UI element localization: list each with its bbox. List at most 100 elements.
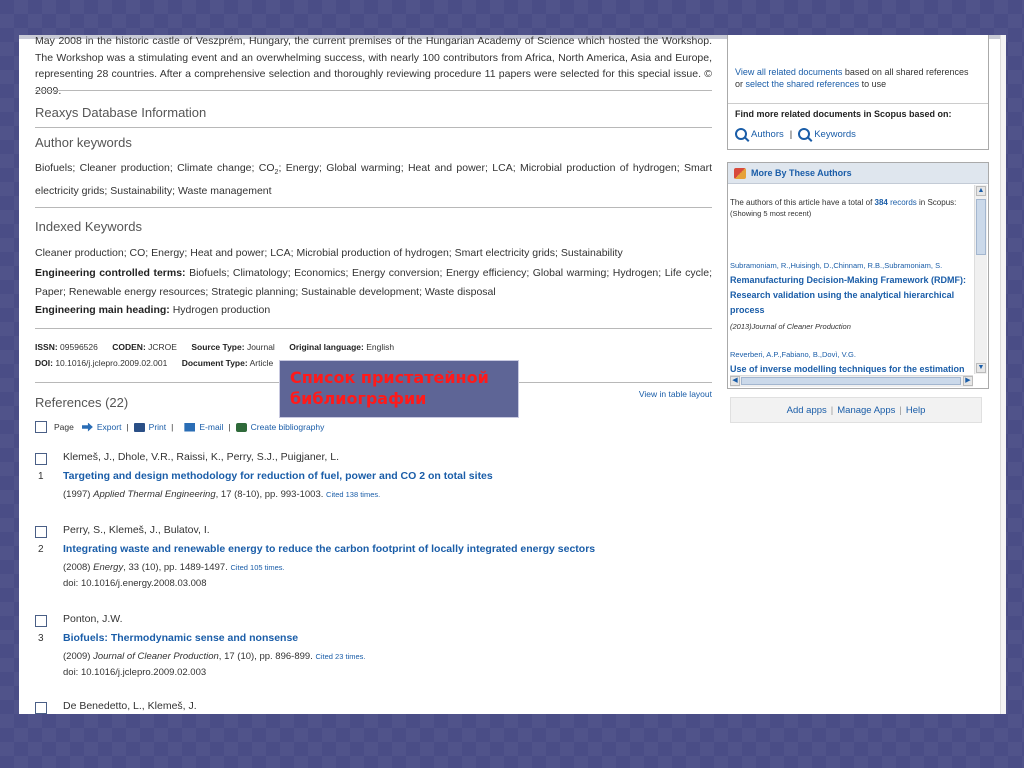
scroll-up-icon[interactable]: ▲: [976, 186, 986, 196]
publication-authors[interactable]: Reverberi, A.P.,Fabiano, B.,Dovì, V.G.: [730, 350, 856, 359]
separator: |: [171, 422, 174, 432]
references-toolbar: Page Export | Print | E-mail | Create bi…: [35, 421, 324, 433]
reference-source: (1997) Applied Thermal Engineering, 17 (…: [63, 489, 380, 500]
reference-authors[interactable]: Perry, S., Klemeš, J., Bulatov, I.: [63, 524, 210, 536]
coden-value: JCROE: [148, 342, 177, 352]
publication-title[interactable]: Remanufacturing Decision-Making Framewor…: [730, 273, 973, 318]
related-text-2: to use: [859, 79, 887, 89]
find-more-heading: Find more related documents in Scopus ba…: [735, 109, 952, 119]
reference-pages: , 33 (10), pp. 1489-1497.: [123, 562, 228, 573]
records-link[interactable]: records: [888, 198, 917, 207]
reference-year: (2008): [63, 562, 91, 573]
reference-checkbox[interactable]: [35, 615, 47, 627]
author-keywords-part-a: Biofuels; Cleaner production; Climate ch…: [35, 162, 275, 174]
divider: [35, 90, 712, 91]
reference-journal: Journal of Cleaner Production: [93, 651, 219, 662]
separator: |: [126, 422, 129, 432]
doi-value: 10.1016/j.jclepro.2009.02.001: [55, 358, 168, 368]
view-all-related-link[interactable]: View all related documents: [735, 67, 842, 77]
reference-authors[interactable]: De Benedetto, L., Klemeš, J.: [63, 700, 197, 712]
reaxys-title[interactable]: Reaxys Database Information: [35, 105, 206, 120]
reference-title[interactable]: Targeting and design methodology for red…: [63, 470, 493, 482]
horizontal-scrollbar[interactable]: ◀ ▶: [730, 375, 973, 387]
help-link[interactable]: Help: [906, 405, 926, 416]
reference-number: 2: [38, 544, 44, 555]
page-label: Page: [54, 422, 74, 432]
source-type-label: Source Type:: [191, 342, 245, 352]
indexed-keywords-title: Indexed Keywords: [35, 219, 142, 234]
divider: [35, 328, 712, 329]
reference-number: 1: [38, 471, 44, 482]
related-authors-link[interactable]: Authors: [751, 129, 784, 140]
reference-pages: , 17 (8-10), pp. 993-1003.: [215, 489, 324, 500]
page-scrollbar[interactable]: [1000, 35, 1006, 714]
more-by-authors-title: More By These Authors: [751, 168, 852, 178]
authors-icon: [734, 167, 746, 179]
reference-authors[interactable]: Klemeš, J., Dhole, V.R., Raissi, K., Per…: [63, 451, 339, 463]
email-icon: [184, 422, 196, 432]
engineering-controlled-terms: Engineering controlled terms: Biofuels; …: [35, 264, 712, 302]
bibliography-icon: [235, 422, 247, 432]
records-count[interactable]: 384: [875, 198, 888, 207]
reference-doi: doi: 10.1016/j.jclepro.2009.02.003: [63, 667, 207, 678]
separator: |: [899, 404, 902, 416]
print-link[interactable]: Print: [149, 422, 166, 432]
publication-title[interactable]: Use of inverse modelling techniques for …: [730, 362, 973, 374]
create-bibliography-link[interactable]: Create bibliography: [251, 422, 325, 432]
meta-line-2: DOI: 10.1016/j.jclepro.2009.02.001 Docum…: [35, 355, 273, 371]
more-by-authors-header[interactable]: More By These Authors: [728, 163, 988, 184]
reference-pages: , 17 (10), pp. 896-899.: [218, 651, 313, 662]
reference-doi: doi: 10.1016/j.energy.2008.03.008: [63, 578, 207, 589]
separator: |: [228, 422, 231, 432]
language-label: Original language:: [289, 342, 364, 352]
reference-authors[interactable]: Ponton, J.W.: [63, 613, 123, 625]
source-type-value: Journal: [246, 342, 275, 352]
separator: |: [830, 404, 834, 416]
scroll-down-icon[interactable]: ▼: [976, 363, 986, 373]
scrollbar-thumb[interactable]: [741, 377, 961, 385]
issn-label: ISSN:: [35, 342, 58, 352]
more-by-authors-list: The authors of this article have a total…: [730, 185, 973, 374]
select-shared-references-link[interactable]: select the shared references: [746, 79, 860, 89]
manage-apps-link[interactable]: Manage Apps: [837, 405, 895, 416]
publication-authors[interactable]: Subramoniam, R.,Huisingh, D.,Chinnam, R.…: [730, 261, 942, 270]
language-value: English: [366, 342, 395, 352]
reference-number: 3: [38, 633, 44, 644]
callout-line-2: библиографии: [290, 389, 427, 408]
indexed-keywords-line1: Cleaner production; CO; Energy; Heat and…: [35, 247, 623, 259]
author-keywords-title: Author keywords: [35, 135, 132, 150]
related-keywords-link[interactable]: Keywords: [814, 129, 856, 140]
references-title: References (22): [35, 395, 129, 410]
search-icon: [798, 128, 811, 140]
cited-by-link[interactable]: Cited 23 times.: [315, 652, 365, 661]
reference-year: (1997): [63, 489, 91, 500]
search-icon: [735, 128, 747, 140]
engineering-main-label: Engineering main heading:: [35, 304, 170, 316]
export-icon: [81, 422, 93, 432]
related-documents-panel: View all related documents based on all …: [727, 35, 989, 150]
reference-source: (2009) Journal of Cleaner Production, 17…: [63, 651, 365, 662]
reference-checkbox[interactable]: [35, 453, 47, 465]
email-link[interactable]: E-mail: [199, 422, 223, 432]
scroll-left-icon[interactable]: ◀: [730, 376, 740, 386]
cited-by-link[interactable]: Cited 138 times.: [326, 490, 380, 499]
scrollbar-thumb[interactable]: [976, 199, 986, 255]
reference-checkbox[interactable]: [35, 526, 47, 538]
add-apps-link[interactable]: Add apps: [787, 405, 827, 416]
vertical-scrollbar[interactable]: ▲ ▼: [974, 185, 987, 374]
view-in-table-layout-link[interactable]: View in table layout: [639, 389, 712, 399]
select-page-checkbox[interactable]: [35, 421, 47, 433]
callout-line-1: Список пристатейной: [290, 368, 489, 387]
reference-title[interactable]: Integrating waste and renewable energy t…: [63, 543, 595, 555]
reference-checkbox[interactable]: [35, 702, 47, 714]
reference-title[interactable]: Biofuels: Thermodynamic sense and nonsen…: [63, 632, 298, 644]
export-link[interactable]: Export: [97, 422, 122, 432]
cited-by-link[interactable]: Cited 105 times.: [230, 563, 284, 572]
meta-line-1: ISSN: 09596526 CODEN: JCROE Source Type:…: [35, 339, 394, 355]
reference-journal: Energy: [93, 562, 124, 573]
engineering-main-heading: Engineering main heading: Hydrogen produ…: [35, 301, 712, 320]
scroll-right-icon[interactable]: ▶: [963, 376, 973, 386]
showing-count: (Showing 5 most recent): [730, 209, 812, 218]
doi-label: DOI:: [35, 358, 53, 368]
print-icon: [133, 422, 145, 432]
